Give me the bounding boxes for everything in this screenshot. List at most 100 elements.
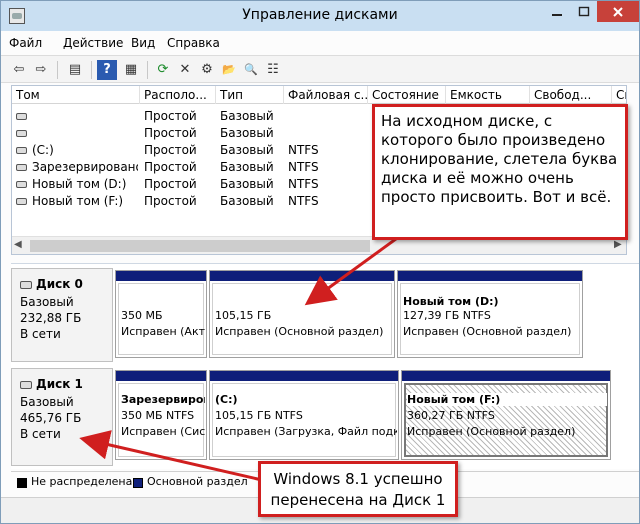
- console-tree-icon[interactable]: ▤: [65, 60, 85, 80]
- toolbar-separator: [147, 61, 148, 79]
- settings-icon[interactable]: ⚙: [197, 60, 217, 80]
- volume-icon: [16, 164, 27, 171]
- table-cell: Базовый: [220, 160, 274, 174]
- table-cell: [32, 108, 138, 125]
- partition-disk0-3[interactable]: Новый том (D:) 127,39 ГБ NTFS Исправен (…: [397, 270, 583, 358]
- volume-icon: [16, 181, 27, 188]
- table-cell: [288, 108, 366, 125]
- partition-disk1-1[interactable]: Зарезервиров 350 МБ NTFS Исправен (Сис: [115, 370, 207, 460]
- partition-title: Зарезервиров: [121, 393, 205, 406]
- disk-size: 232,88 ГБ: [20, 311, 82, 325]
- menu-help[interactable]: Справка: [167, 36, 220, 50]
- partition-title: Новый том (F:): [407, 393, 607, 406]
- table-cell: Простой: [144, 160, 197, 174]
- table-cell: Зарезервировано...: [32, 160, 138, 174]
- disk-icon: [20, 281, 32, 289]
- disk-size: 465,76 ГБ: [20, 411, 82, 425]
- partition-disk0-2[interactable]: 105,15 ГБ Исправен (Основной раздел): [209, 270, 395, 358]
- annotation-callout-missing-letter: На исходном диске, с которого было произ…: [372, 104, 628, 240]
- disk-icon: [20, 381, 32, 389]
- volume-icon: [16, 130, 27, 137]
- scroll-left-icon[interactable]: ◀: [14, 239, 22, 250]
- partition-status: Исправен (Загрузка, Файл подк: [215, 425, 397, 438]
- partition-disk0-1[interactable]: 350 МБ Исправен (Акт: [115, 270, 207, 358]
- table-cell: [32, 125, 138, 142]
- back-icon[interactable]: ⇦: [9, 60, 29, 80]
- minimize-button[interactable]: [543, 1, 570, 22]
- table-cell: NTFS: [288, 160, 319, 174]
- search-icon[interactable]: 🔍: [241, 60, 261, 80]
- disk-type: Базовый: [20, 295, 74, 309]
- volume-icon: [16, 147, 27, 154]
- disk-status: В сети: [20, 427, 61, 441]
- column-header-capacity[interactable]: Емкость: [446, 86, 530, 104]
- disk-management-window: Управление дисками Файл Действие Вид Спр…: [0, 0, 640, 524]
- table-cell: Простой: [144, 143, 197, 157]
- table-cell: Базовый: [220, 126, 274, 140]
- table-cell: Простой: [144, 194, 197, 208]
- table-cell: Базовый: [220, 143, 274, 157]
- column-header-layout[interactable]: Располо...: [140, 86, 216, 104]
- partition-status: Исправен (Сис: [121, 425, 205, 438]
- legend-primary-label: Основной раздел: [147, 475, 248, 488]
- help-icon[interactable]: ?: [97, 60, 117, 80]
- legend-primary-swatch: [133, 478, 143, 488]
- properties-icon[interactable]: ▦: [121, 60, 141, 80]
- partition-size: 350 МБ NTFS: [121, 409, 195, 422]
- partition-size: 360,27 ГБ NTFS: [407, 409, 495, 422]
- refresh-icon[interactable]: ⟳: [153, 60, 173, 80]
- partition-size: 105,15 ГБ: [215, 309, 272, 322]
- maximize-button[interactable]: [570, 1, 597, 22]
- forward-icon[interactable]: ⇨: [31, 60, 51, 80]
- legend-unallocated-label: Не распределена: [31, 475, 133, 488]
- partition-title: Новый том (D:): [403, 295, 499, 308]
- partition-title: (C:): [215, 393, 238, 406]
- table-cell: (C:): [32, 143, 54, 157]
- title-bar: Управление дисками: [1, 1, 639, 31]
- partition-disk1-3[interactable]: Новый том (F:) 360,27 ГБ NTFS Исправен (…: [401, 370, 611, 460]
- volume-icon: [16, 198, 27, 205]
- column-header-filesystem[interactable]: Файловая с...: [284, 86, 368, 104]
- disk-0-info[interactable]: Диск 0 Базовый 232,88 ГБ В сети: [11, 268, 113, 362]
- column-header-type[interactable]: Тип: [216, 86, 284, 104]
- column-header-free[interactable]: Свобод...: [530, 86, 612, 104]
- disk-type: Базовый: [20, 395, 74, 409]
- partition-status: Исправен (Акт: [121, 325, 205, 338]
- menu-file[interactable]: Файл: [9, 36, 42, 50]
- column-header-percent-free[interactable]: Св: [612, 86, 626, 104]
- disk-graphical-view: Диск 0 Базовый 232,88 ГБ В сети 350 МБ И…: [11, 263, 639, 469]
- list-icon[interactable]: ☷: [263, 60, 283, 80]
- close-icon: [613, 7, 623, 17]
- legend-unallocated-swatch: [17, 478, 27, 488]
- table-cell: NTFS: [288, 194, 319, 208]
- partition-disk1-2[interactable]: (C:) 105,15 ГБ NTFS Исправен (Загрузка, …: [209, 370, 399, 460]
- scrollbar-thumb[interactable]: [30, 240, 370, 252]
- partition-type-bar: [210, 371, 398, 381]
- table-cell: Базовый: [220, 194, 274, 208]
- table-cell: Базовый: [220, 177, 274, 191]
- volume-icon: [16, 113, 27, 120]
- column-header-volume[interactable]: Том: [12, 86, 140, 104]
- partition-type-bar: [210, 271, 394, 281]
- close-button[interactable]: [597, 1, 639, 22]
- disk-1-info[interactable]: Диск 1 Базовый 465,76 ГБ В сети: [11, 368, 113, 466]
- table-cell: Новый том (F:): [32, 194, 124, 208]
- toolbar-separator: [57, 61, 58, 79]
- partition-type-bar: [116, 271, 206, 281]
- menu-action[interactable]: Действие: [63, 36, 123, 50]
- partition-size: 350 МБ: [121, 309, 163, 322]
- table-cell: Базовый: [220, 109, 274, 123]
- table-cell: Простой: [144, 126, 197, 140]
- disk-status: В сети: [20, 327, 61, 341]
- partition-type-bar: [398, 271, 582, 281]
- partition-status: Исправен (Основной раздел): [215, 325, 384, 338]
- table-cell: Простой: [144, 177, 197, 191]
- scroll-right-icon[interactable]: ▶: [614, 239, 622, 250]
- menu-view[interactable]: Вид: [131, 36, 155, 50]
- minimize-icon: [551, 14, 562, 16]
- delete-icon[interactable]: ✕: [175, 60, 195, 80]
- partition-status: Исправен (Основной раздел): [407, 425, 576, 438]
- column-header-status[interactable]: Состояние: [368, 86, 446, 104]
- open-folder-icon[interactable]: 📂: [219, 60, 239, 80]
- partition-type-bar: [402, 371, 610, 381]
